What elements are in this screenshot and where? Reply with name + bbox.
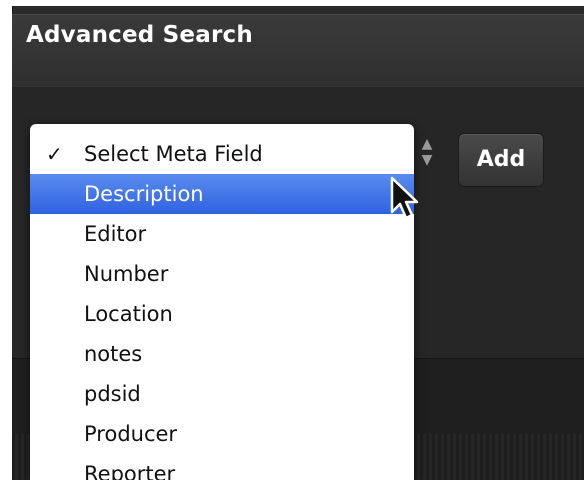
stepper-up-icon: ▲ — [421, 136, 433, 152]
checkmark-icon: ✓ — [46, 142, 63, 166]
menu-item-label: Description — [84, 182, 204, 206]
select-stepper[interactable]: ▲ ▼ — [414, 137, 440, 181]
add-button[interactable]: Add — [458, 133, 544, 187]
menu-item-label: pdsid — [84, 382, 141, 406]
screen: Advanced Search ▲ ▼ Add ✓ Select Meta Fie… — [0, 0, 584, 480]
meta-field-dropdown[interactable]: ✓ Select Meta Field Description Editor Numbe… — [30, 124, 414, 480]
menu-item[interactable]: notes — [30, 334, 414, 374]
menu-item-label: Number — [84, 262, 169, 286]
panel-title: Advanced Search — [26, 22, 253, 48]
menu-item[interactable]: Reporter — [30, 454, 414, 480]
menu-item[interactable]: Editor — [30, 214, 414, 254]
menu-item[interactable]: Location — [30, 294, 414, 334]
stepper-down-icon: ▼ — [421, 152, 433, 168]
meta-field-options: ✓ Select Meta Field Description Editor Numbe… — [30, 134, 414, 480]
mouse-pointer-icon — [390, 176, 419, 220]
menu-item[interactable]: pdsid — [30, 374, 414, 414]
menu-item-label: notes — [84, 342, 143, 366]
menu-item[interactable]: Description — [30, 174, 414, 214]
menu-item-label: Select Meta Field — [84, 142, 263, 166]
menu-item[interactable]: Number — [30, 254, 414, 294]
menu-item-label: Editor — [84, 222, 147, 246]
menu-item-label: Reporter — [84, 462, 176, 480]
menu-item-label: Producer — [84, 422, 178, 446]
menu-item[interactable]: Producer — [30, 414, 414, 454]
menu-item[interactable]: ✓ Select Meta Field — [30, 134, 414, 174]
menu-item-label: Location — [84, 302, 173, 326]
